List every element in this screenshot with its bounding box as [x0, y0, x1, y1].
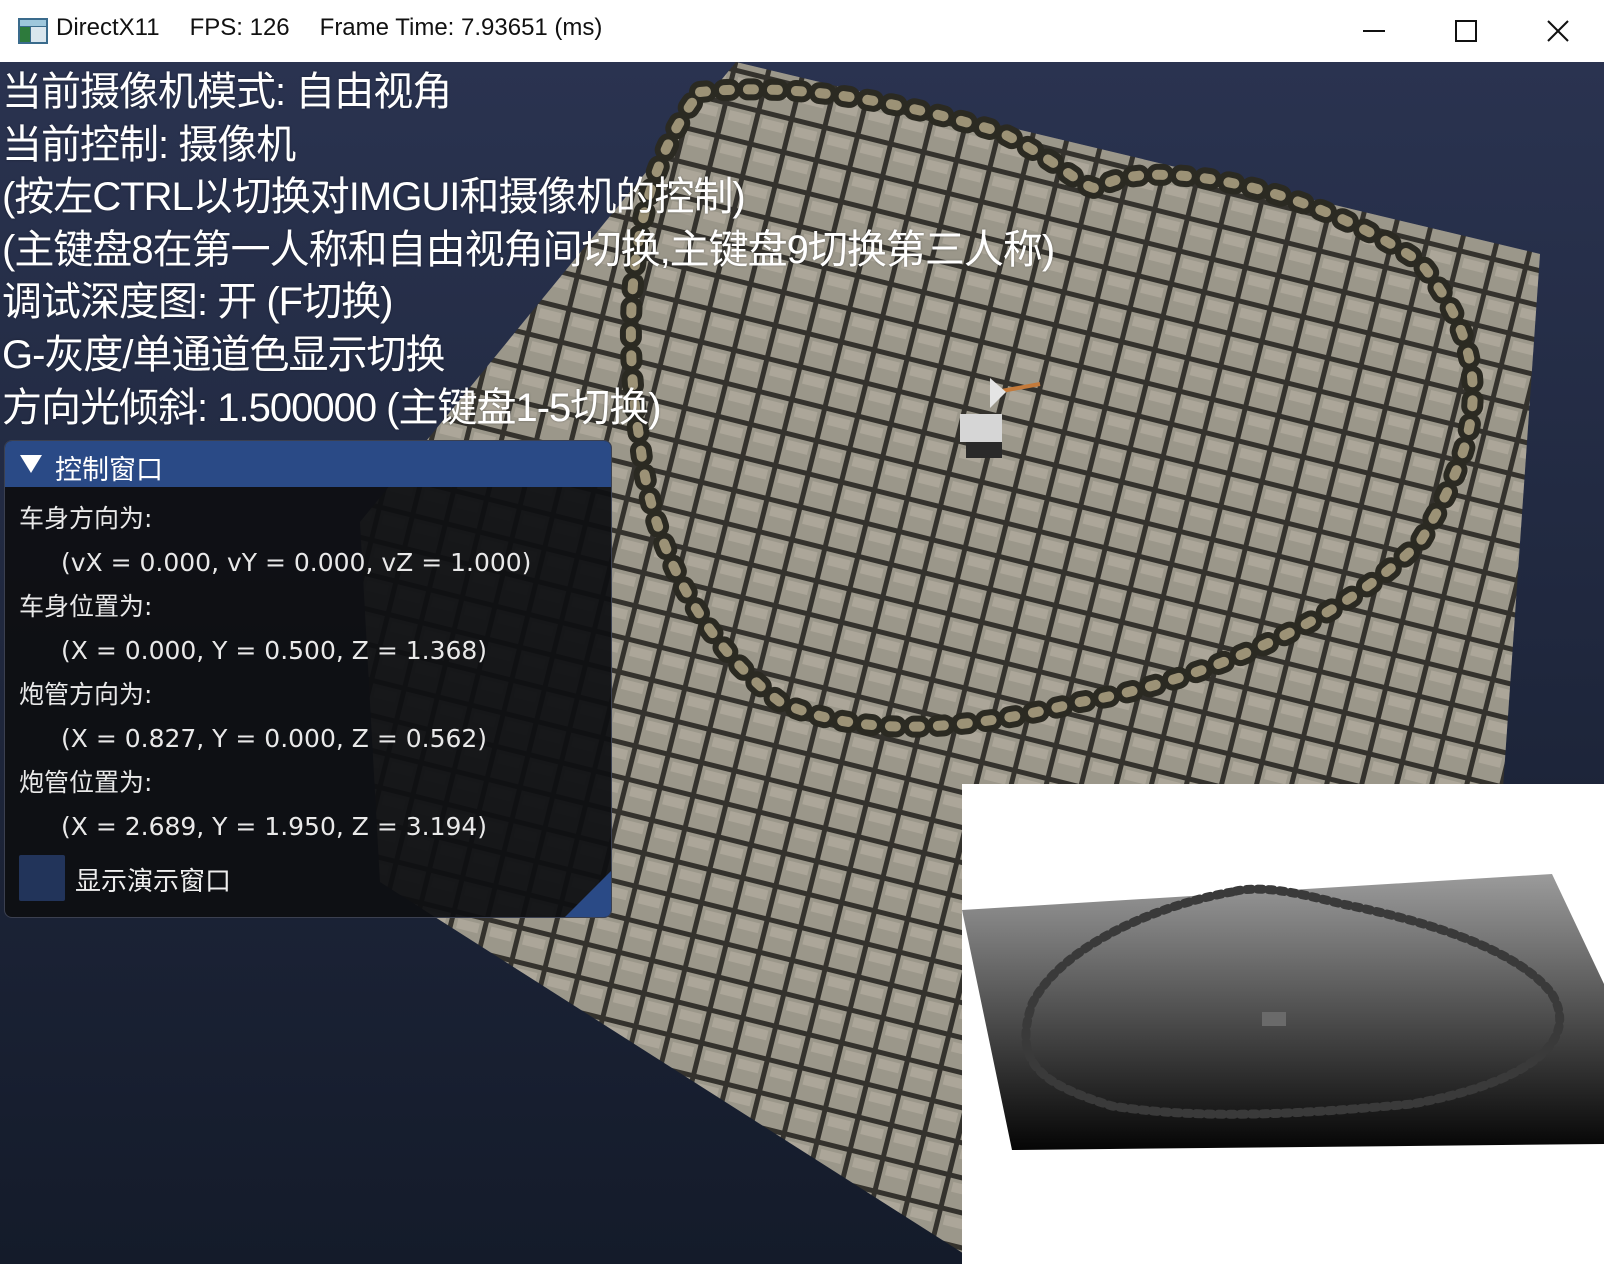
demo-window-checkbox[interactable]: [19, 855, 65, 901]
hud-view-hint: (主键盘8在第一人称和自由视角间切换,主键盘9切换第三人称): [2, 227, 1055, 272]
body-direction-value: (vX = 0.000, vY = 0.000, vZ = 1.000): [61, 548, 532, 577]
frame-time-readout: Frame Time: 7.93651 (ms): [319, 14, 603, 41]
hud-light-tilt: 方向光倾斜: 1.500000 (主键盘1-5切换): [2, 385, 662, 430]
hud-overlay: 当前摄像机模式: 自由视角 当前控制: 摄像机 (按左CTRL以切换对IMGUI…: [2, 66, 1055, 434]
demo-window-checkbox-label: 显示演示窗口: [75, 867, 232, 897]
barrel-position-label: 炮管位置为:: [19, 768, 153, 797]
barrel-position-value: (X = 2.689, Y = 1.950, Z = 3.194): [61, 812, 488, 841]
fps-readout: FPS: 126: [189, 14, 290, 41]
window-title: DirectX11 FPS: 126 Frame Time: 7.93651 (ms…: [56, 14, 632, 42]
hud-depth-debug: 调试深度图: 开 (F切换): [2, 280, 393, 325]
hud-camera-mode: 当前摄像机模式: 自由视角: [2, 70, 452, 114]
barrel-direction-label: 炮管方向为:: [19, 680, 153, 709]
title-bar: DirectX11 FPS: 126 Frame Time: 7.93651 (ms…: [0, 0, 1604, 63]
control-window-body: 车身方向为: (vX = 0.000, vY = 0.000, vZ = 1.0…: [19, 497, 531, 849]
body-position-label: 车身位置为:: [19, 592, 153, 621]
body-direction-label: 车身方向为:: [19, 504, 153, 533]
control-window-title: 控制窗口: [55, 455, 163, 486]
resize-grip-icon[interactable]: [565, 871, 611, 917]
depth-map-view: [962, 784, 1604, 1264]
app-icon: [18, 18, 48, 44]
control-window[interactable]: 控制窗口 车身方向为: (vX = 0.000, vY = 0.000, vZ …: [4, 440, 612, 918]
app-name: DirectX11: [56, 14, 160, 41]
hud-control-target: 当前控制: 摄像机: [2, 122, 296, 167]
hud-ctrl-hint: (按左CTRL以切换对IMGUI和摄像机的控制): [2, 175, 746, 220]
minimize-button[interactable]: [1328, 0, 1420, 62]
maximize-icon: [1455, 20, 1477, 42]
close-button[interactable]: [1512, 0, 1604, 62]
depth-map-render: [962, 874, 1604, 1150]
body-position-value: (X = 0.000, Y = 0.500, Z = 1.368): [61, 636, 488, 665]
close-icon: [1547, 20, 1569, 42]
minimize-icon: [1363, 30, 1385, 32]
maximize-button[interactable]: [1420, 0, 1512, 62]
collapse-arrow-icon[interactable]: [19, 454, 43, 474]
hud-grayscale-hint: G-灰度/单通道色显示切换: [2, 332, 446, 377]
barrel-direction-value: (X = 0.827, Y = 0.000, Z = 0.562): [61, 724, 488, 753]
control-window-titlebar[interactable]: 控制窗口: [5, 441, 611, 487]
